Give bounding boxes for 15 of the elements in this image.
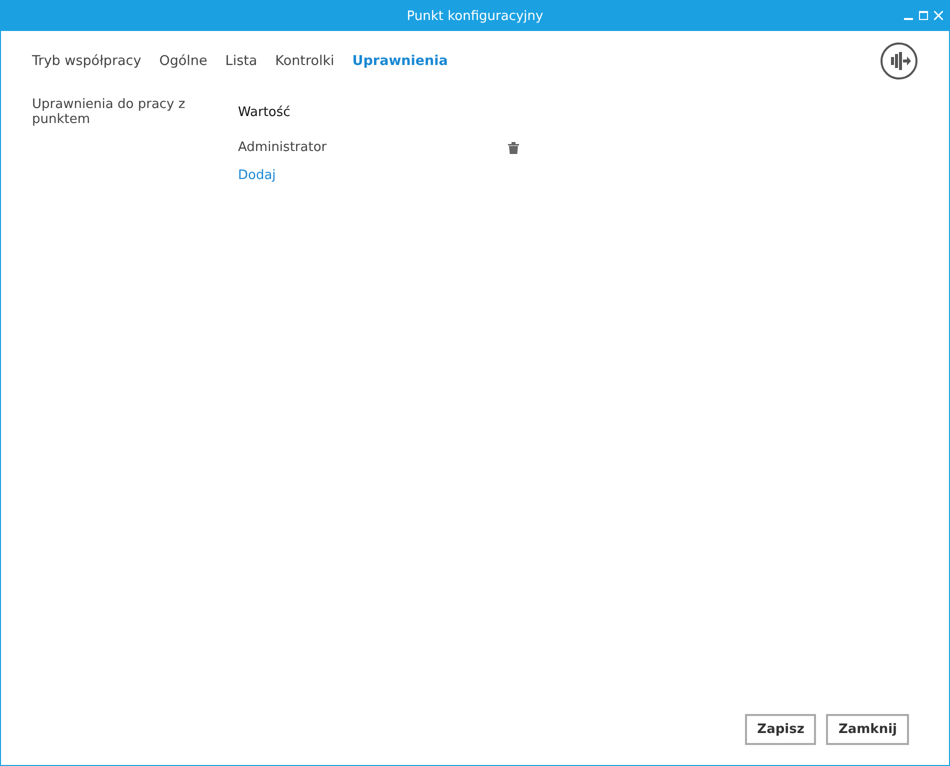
close-icon[interactable] [934,11,943,20]
tab[interactable]: Lista [225,53,258,69]
tab[interactable]: Tryb współpracy [32,53,142,69]
trash-icon[interactable] [508,142,519,154]
field-label: Uprawnienia do pracy z punktem [32,97,186,127]
window-title: Punkt konfiguracyjny [406,8,544,24]
tab[interactable]: Ogólne [159,53,208,69]
maximize-icon[interactable] [919,11,928,20]
column-header: Wartość [238,104,292,120]
save-button[interactable]: Zapisz [745,714,816,745]
close-button[interactable]: Zamknij [826,714,909,745]
tab[interactable]: Uprawnienia [352,53,448,69]
permission-value: Administrator [238,140,328,155]
add-link[interactable]: Dodaj [238,168,508,183]
tab[interactable]: Kontrolki [275,53,334,69]
